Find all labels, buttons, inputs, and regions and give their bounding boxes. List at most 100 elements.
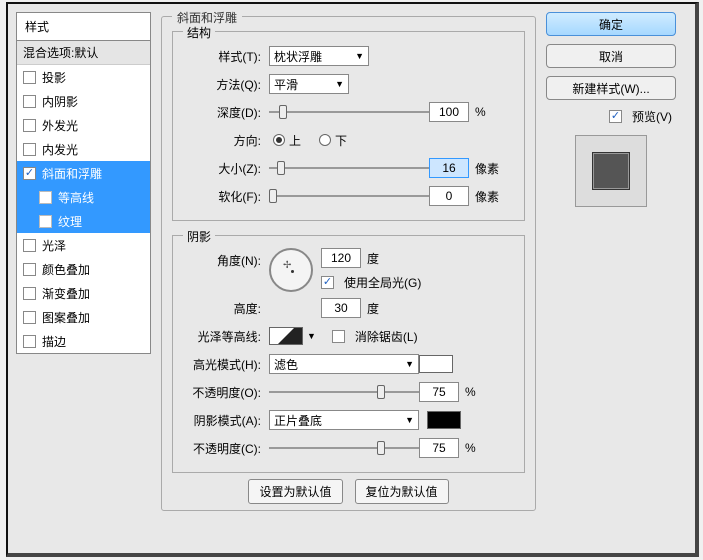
shadow-opacity-input[interactable]: 75 xyxy=(419,438,459,458)
preview-label: 预览(V) xyxy=(632,108,672,125)
direction-down-label: 下 xyxy=(335,132,347,149)
style-inner-glow[interactable]: 内发光 xyxy=(17,137,150,161)
chevron-down-icon: ▼ xyxy=(335,79,344,89)
highlight-opacity-input[interactable]: 75 xyxy=(419,382,459,402)
checkbox-stroke[interactable] xyxy=(23,335,36,348)
direction-down-radio[interactable] xyxy=(319,134,331,146)
global-light-checkbox[interactable] xyxy=(321,276,334,289)
style-select[interactable]: 枕状浮雕 ▼ xyxy=(269,46,369,66)
checkbox-outer-glow[interactable] xyxy=(23,119,36,132)
checkbox-texture[interactable] xyxy=(39,215,52,228)
bevel-emboss-fieldset: 斜面和浮雕 结构 样式(T): 枕状浮雕 ▼ 方法(Q): 平滑 ▼ xyxy=(161,16,536,511)
depth-label: 深度(D): xyxy=(181,104,261,121)
highlight-mode-select[interactable]: 滤色 ▼ xyxy=(269,354,419,374)
structure-fieldset: 结构 样式(T): 枕状浮雕 ▼ 方法(Q): 平滑 ▼ 深 xyxy=(172,31,525,221)
checkbox-satin[interactable] xyxy=(23,239,36,252)
style-outer-glow[interactable]: 外发光 xyxy=(17,113,150,137)
preview-checkbox[interactable] xyxy=(609,110,622,123)
blend-options-row[interactable]: 混合选项:默认 xyxy=(17,41,150,65)
altitude-label: 高度: xyxy=(181,300,261,317)
size-slider[interactable] xyxy=(269,159,429,177)
direction-up-label: 上 xyxy=(289,132,301,149)
shading-legend: 阴影 xyxy=(183,228,215,245)
highlight-mode-label: 高光模式(H): xyxy=(181,356,261,373)
antialias-checkbox[interactable] xyxy=(332,330,345,343)
direction-up-radio[interactable] xyxy=(273,134,285,146)
style-pattern-overlay[interactable]: 图案叠加 xyxy=(17,305,150,329)
depth-input[interactable]: 100 xyxy=(429,102,469,122)
shadow-mode-select[interactable]: 正片叠底 ▼ xyxy=(269,410,419,430)
checkbox-gradient-overlay[interactable] xyxy=(23,287,36,300)
style-bevel-emboss[interactable]: 斜面和浮雕 xyxy=(17,161,150,185)
chevron-down-icon: ▼ xyxy=(355,51,364,61)
chevron-down-icon[interactable]: ▼ xyxy=(307,331,316,341)
checkbox-drop-shadow[interactable] xyxy=(23,71,36,84)
actions-column: 确定 取消 新建样式(W)... 预览(V) xyxy=(546,12,676,545)
style-drop-shadow[interactable]: 投影 xyxy=(17,65,150,89)
checkbox-pattern-overlay[interactable] xyxy=(23,311,36,324)
checkbox-color-overlay[interactable] xyxy=(23,263,36,276)
soften-input[interactable]: 0 xyxy=(429,186,469,206)
structure-legend: 结构 xyxy=(183,24,215,41)
highlight-opacity-label: 不透明度(O): xyxy=(181,384,261,401)
reset-default-button[interactable]: 复位为默认值 xyxy=(355,479,449,504)
shadow-opacity-unit: % xyxy=(465,441,476,455)
preview-box xyxy=(575,135,647,207)
settings-column: 斜面和浮雕 结构 样式(T): 枕状浮雕 ▼ 方法(Q): 平滑 ▼ xyxy=(161,12,536,545)
shadow-color-swatch[interactable] xyxy=(427,411,461,429)
direction-label: 方向: xyxy=(181,132,261,149)
angle-input[interactable]: 120 xyxy=(321,248,361,268)
style-satin[interactable]: 光泽 xyxy=(17,233,150,257)
styles-column: 样式 混合选项:默认 投影 内阴影 外发光 内发光 斜面和浮雕 等高线 纹理 光… xyxy=(16,12,151,545)
checkbox-bevel-emboss[interactable] xyxy=(23,167,36,180)
highlight-opacity-slider[interactable] xyxy=(269,383,419,401)
altitude-unit: 度 xyxy=(367,300,379,317)
styles-list: 混合选项:默认 投影 内阴影 外发光 内发光 斜面和浮雕 等高线 纹理 光泽 颜… xyxy=(17,41,150,353)
checkbox-contour[interactable] xyxy=(39,191,52,204)
preview-inner xyxy=(592,152,630,190)
global-light-label: 使用全局光(G) xyxy=(344,274,421,291)
angle-dot-icon xyxy=(291,270,294,273)
style-stroke[interactable]: 描边 xyxy=(17,329,150,353)
angle-unit: 度 xyxy=(367,250,379,267)
set-default-button[interactable]: 设置为默认值 xyxy=(248,479,342,504)
depth-slider[interactable] xyxy=(269,103,429,121)
size-unit: 像素 xyxy=(475,160,499,177)
shadow-opacity-slider[interactable] xyxy=(269,439,419,457)
soften-unit: 像素 xyxy=(475,188,499,205)
soften-label: 软化(F): xyxy=(181,188,261,205)
soften-slider[interactable] xyxy=(269,187,429,205)
style-gradient-overlay[interactable]: 渐变叠加 xyxy=(17,281,150,305)
styles-list-box: 样式 混合选项:默认 投影 内阴影 外发光 内发光 斜面和浮雕 等高线 纹理 光… xyxy=(16,12,151,354)
highlight-color-swatch[interactable] xyxy=(419,355,453,373)
method-select[interactable]: 平滑 ▼ xyxy=(269,74,349,94)
style-contour[interactable]: 等高线 xyxy=(17,185,150,209)
altitude-input[interactable]: 30 xyxy=(321,298,361,318)
highlight-opacity-unit: % xyxy=(465,385,476,399)
size-input[interactable]: 16 xyxy=(429,158,469,178)
angle-cross-icon: ✢ xyxy=(283,260,291,271)
styles-header: 样式 xyxy=(17,13,150,41)
angle-label: 角度(N): xyxy=(181,252,261,269)
depth-unit: % xyxy=(475,105,486,119)
gloss-contour-label: 光泽等高线: xyxy=(181,328,261,345)
new-style-button[interactable]: 新建样式(W)... xyxy=(546,76,676,100)
size-label: 大小(Z): xyxy=(181,160,261,177)
angle-dial[interactable]: ✢ xyxy=(269,248,313,292)
checkbox-inner-shadow[interactable] xyxy=(23,95,36,108)
shading-fieldset: 阴影 角度(N): ✢ 120 度 xyxy=(172,235,525,473)
chevron-down-icon: ▼ xyxy=(405,415,414,425)
ok-button[interactable]: 确定 xyxy=(546,12,676,36)
method-label: 方法(Q): xyxy=(181,76,261,93)
checkbox-inner-glow[interactable] xyxy=(23,143,36,156)
cancel-button[interactable]: 取消 xyxy=(546,44,676,68)
shadow-opacity-label: 不透明度(C): xyxy=(181,440,261,457)
layer-style-dialog: 样式 混合选项:默认 投影 内阴影 外发光 内发光 斜面和浮雕 等高线 纹理 光… xyxy=(6,2,699,557)
style-color-overlay[interactable]: 颜色叠加 xyxy=(17,257,150,281)
blend-options-label: 混合选项:默认 xyxy=(23,44,98,61)
gloss-contour-picker[interactable] xyxy=(269,327,303,345)
style-texture[interactable]: 纹理 xyxy=(17,209,150,233)
style-inner-shadow[interactable]: 内阴影 xyxy=(17,89,150,113)
style-label: 样式(T): xyxy=(181,48,261,65)
chevron-down-icon: ▼ xyxy=(405,359,414,369)
